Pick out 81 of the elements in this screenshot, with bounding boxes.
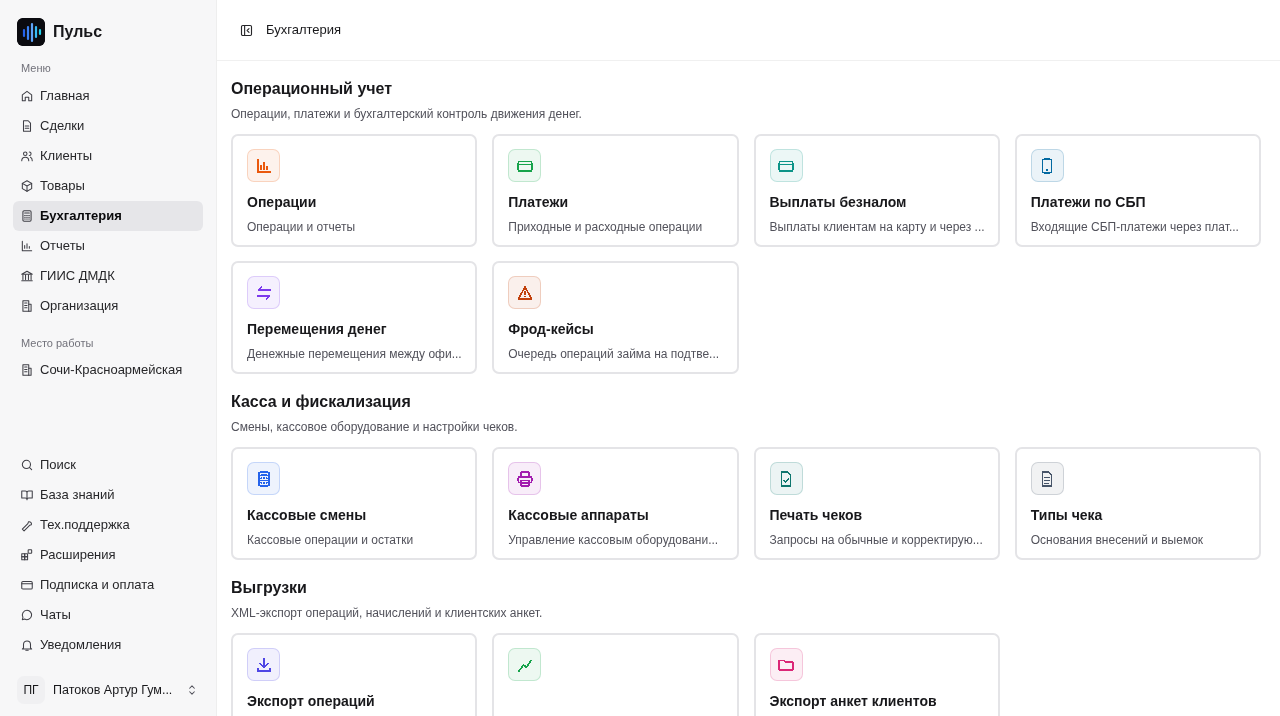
sidebar-item[interactable]: Расширения [13,540,203,570]
card-description: Входящие СБП-платежи через плат... [1030,219,1240,236]
chat-icon [20,608,34,622]
module-card[interactable]: Кассовые смены Кассовые операции и остатки [231,447,478,560]
section-title: Операционный учет [231,79,394,99]
section-subtitle: Смены, кассовое оборудование и настройки чеков. [231,419,519,436]
section-label: Место работы [20,335,95,351]
card-title: Печать чеков [769,506,864,525]
section-label: Меню [20,61,52,76]
bar-chart-icon [20,238,34,253]
user-menu[interactable]: ПГ Патоков Артур Гум... [13,676,203,704]
card-title: Типы чека [1030,506,1104,525]
sidebar-item[interactable]: Отчеты [13,230,203,261]
section-subtitle: XML-экспорт операций, начислений и клиентских анкет. [231,605,544,622]
sidebar-item[interactable]: Сочи-Красноармейская [13,355,203,385]
sidebar-item[interactable]: Тех.поддержка [13,510,203,540]
module-card[interactable]: Экспорт анкет клиентов [753,633,1000,716]
search-icon [20,458,34,472]
module-card[interactable]: Кассовые аппараты Управление кассовым оборудовани... [492,447,739,560]
notification-icon [20,638,34,652]
card-description: Кассовые операции и остатки [247,532,415,549]
calculator-icon [20,208,34,223]
card-description: Запросы на обычные и корректирую... [769,532,984,549]
sidebar-item[interactable]: Главная [13,80,203,111]
card-description: Очередь операций займа на подтве... [508,346,721,363]
card-description: Приходные и расходные операции [508,219,704,236]
box-icon [20,178,34,193]
card-title: Кассовые аппараты [508,506,650,525]
sidebar-item[interactable]: Организация [13,290,203,321]
sidebar-item[interactable]: База знаний [13,480,203,510]
module-card[interactable]: Платежи по СБП Входящие СБП-платежи через плат... [1014,134,1261,247]
card-title: Экспорт анкет клиентов [769,692,938,711]
users-icon [20,148,34,163]
book-icon [20,488,34,502]
module-card[interactable]: Печать чеков Запросы на обычные и корректирую... [753,447,1000,560]
sidebar-item[interactable]: Подписка и оплата [13,570,203,600]
sidebar-item[interactable]: ГИИС ДМДК [13,260,203,291]
sidebar-toggle-icon[interactable] [239,22,254,38]
page-title: Бухгалтерия [266,21,342,40]
user-name: Патоков Артур Гум... [53,681,174,699]
user-avatar: ПГ [17,676,45,704]
card-description: Основания внесений и выемок [1030,532,1205,549]
module-card[interactable]: Фрод-кейсы Очередь операций займа на подтве... [492,261,739,374]
module-card[interactable]: Перемещения денег Денежные перемещения между офи... [231,261,478,374]
module-card[interactable]: Выплаты безналом Выплаты клиентам на карту и через ... [753,134,1000,247]
card-description: Управление кассовым оборудовани... [508,532,720,549]
sidebar-item[interactable]: Поиск [13,450,203,480]
card-description: Выплаты клиентам на карту и через ... [769,219,984,236]
sidebar-item[interactable]: Сделки [13,110,203,141]
card-title: Платежи по СБП [1030,193,1147,212]
module-card[interactable]: Платежи Приходные и расходные операции [492,134,739,247]
sidebar-item[interactable]: Клиенты [13,140,203,171]
card-title: Платежи [508,193,569,212]
section-title: Касса и фискализация [231,392,412,412]
card-title: Кассовые смены [247,506,368,525]
building-icon [20,363,34,377]
card-title: Операции [247,193,318,212]
card-description: Операции и отчеты [247,219,357,236]
sidebar-item[interactable]: Уведомления [13,630,203,660]
sidebar-item[interactable]: Товары [13,170,203,201]
card-title: Перемещения денег [247,320,388,339]
card-title: Экспорт операций [247,692,376,711]
card-title: Выплаты безналом [769,193,908,212]
home-icon [20,88,34,103]
section-subtitle: Операции, платежи и бухгалтерский контроль движения денег. [231,106,583,123]
card-title: Фрод-кейсы [508,320,595,339]
section-title: Выгрузки [231,578,308,598]
brand-name: Пульс [53,22,103,42]
card-description: Денежные перемещения между офи... [247,346,462,363]
bank-icon [20,268,34,283]
building-icon [20,298,34,313]
card-icon [20,578,34,592]
sidebar-item[interactable]: Бухгалтерия [13,200,203,231]
module-card[interactable]: Экспорт операций [231,633,478,716]
module-card[interactable]: Типы чека Основания внесений и выемок [1014,447,1261,560]
document-icon [20,118,34,133]
wrench-icon [20,518,34,532]
module-card[interactable]: Операции Операции и отчеты [231,134,478,247]
blocks-icon [20,548,34,562]
logo-icon [17,18,45,46]
sidebar-item[interactable]: Чаты [13,600,203,630]
